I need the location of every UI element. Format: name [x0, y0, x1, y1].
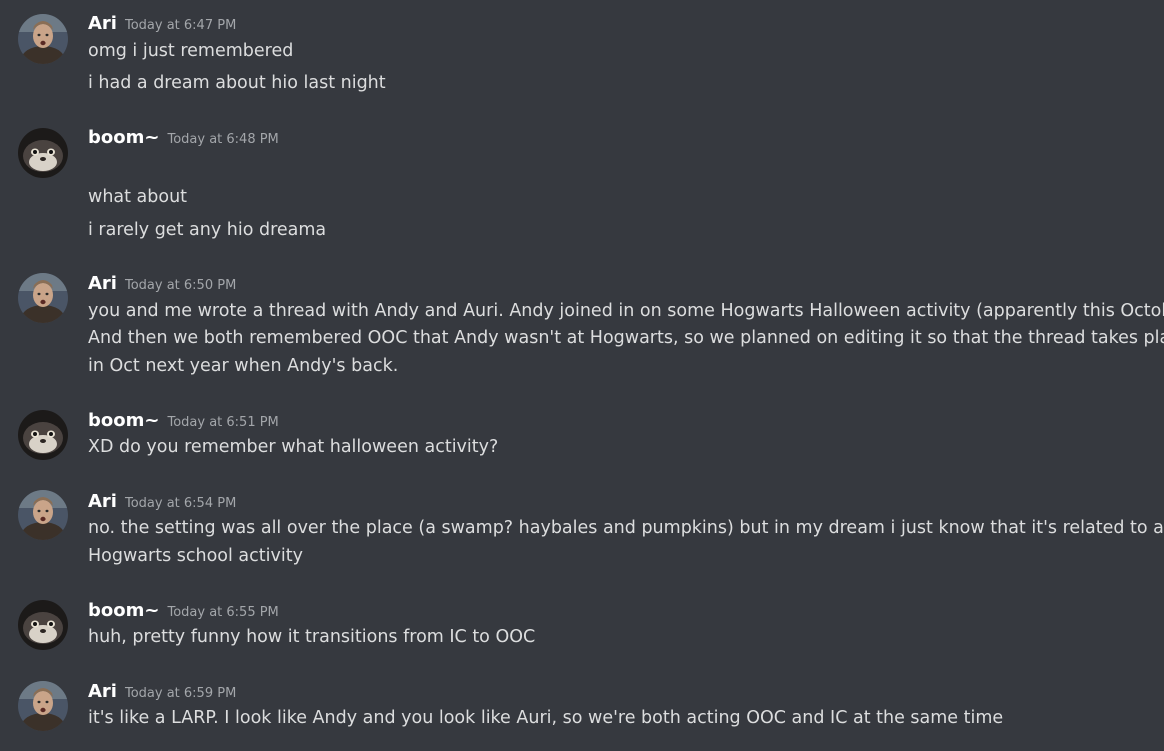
- message-text: XD do you remember what halloween activi…: [88, 437, 499, 457]
- timestamp: Today at 6:47 PM: [124, 18, 237, 33]
- message-text: you and me wrote a thread with Andy and …: [88, 301, 1164, 321]
- avatar-boom[interactable]: [18, 600, 68, 650]
- avatar-ari[interactable]: [18, 14, 68, 64]
- message-text: omg i just remembered: [88, 41, 294, 61]
- timestamp: Today at 6:55 PM: [167, 605, 279, 620]
- message-text: no. the setting was all over the place (…: [88, 518, 1164, 538]
- avatar-ari[interactable]: [18, 490, 68, 540]
- message-text: it's like a LARP. I look like Andy and y…: [88, 708, 1004, 728]
- avatar-ari[interactable]: [18, 273, 68, 323]
- message-text: i had a dream about hio last night: [88, 73, 386, 93]
- message-text: i rarely get any hio dreama: [88, 220, 327, 240]
- avatar-boom[interactable]: [18, 410, 68, 460]
- avatar-boom[interactable]: [18, 128, 68, 178]
- message-text: in Oct next year when Andy's back.: [88, 356, 399, 376]
- username[interactable]: boom~: [88, 600, 159, 621]
- message-text: huh, pretty funny how it transitions fro…: [88, 627, 536, 647]
- timestamp: Today at 6:50 PM: [124, 278, 237, 293]
- message-text: what about: [88, 187, 188, 207]
- username[interactable]: Ari: [88, 491, 117, 512]
- username[interactable]: Ari: [88, 273, 117, 294]
- timestamp: Today at 6:54 PM: [124, 496, 237, 511]
- timestamp: Today at 6:51 PM: [167, 415, 279, 430]
- message-text: And then we both remembered OOC that And…: [88, 328, 1164, 348]
- chat-log: Ari Today at 6:47 PM omg i just remembere…: [0, 0, 1164, 751]
- message-text: Hogwarts school activity: [88, 546, 303, 566]
- username[interactable]: Ari: [88, 681, 117, 702]
- timestamp: Today at 6:59 PM: [124, 686, 237, 701]
- username[interactable]: boom~: [88, 127, 159, 148]
- avatar-ari[interactable]: [18, 681, 68, 731]
- timestamp: Today at 6:48 PM: [167, 132, 279, 147]
- username[interactable]: boom~: [88, 410, 159, 431]
- username[interactable]: Ari: [88, 13, 117, 34]
